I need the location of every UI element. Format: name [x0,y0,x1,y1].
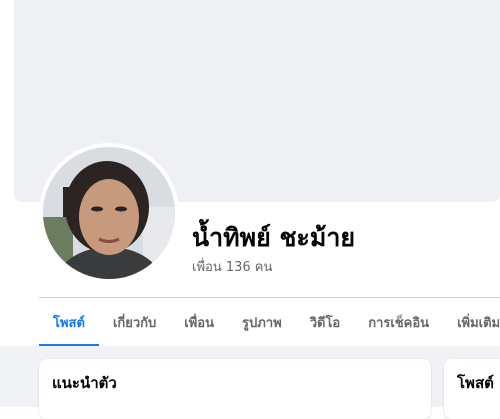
tab-photos[interactable]: รูปภาพ [228,298,296,346]
tab-about-label: เกี่ยวกับ [112,315,157,331]
friends-count[interactable]: เพื่อน 136 คน [192,256,272,277]
avatar-photo [43,147,175,279]
intro-card: แนะนำตัว [39,359,431,419]
posts-title: โพสต์ [457,374,494,392]
tab-posts-label: โพสต์ [53,315,85,331]
tab-more-label: เพิ่มเติม [457,315,500,331]
posts-card: โพสต์ [444,359,500,419]
tab-videos[interactable]: วิดีโอ [296,298,355,346]
tab-about[interactable]: เกี่ยวกับ [99,298,170,346]
profile-tabs: โพสต์ เกี่ยวกับ เพื่อน รูปภาพ วิดีโอ การ… [39,298,500,347]
tab-more[interactable]: เพิ่มเติม▼ [443,298,500,346]
profile-name: น้ำทิพย์ ชะม้าย [192,223,356,252]
tab-posts[interactable]: โพสต์ [39,298,99,347]
tab-videos-label: วิดีโอ [309,315,341,331]
tab-friends-label: เพื่อน [184,315,215,331]
intro-title: แนะนำตัว [52,374,117,392]
tab-checkins[interactable]: การเช็คอิน [354,298,443,346]
tab-friends[interactable]: เพื่อน [170,298,228,346]
tab-checkins-label: การเช็คอิน [368,315,430,331]
tab-photos-label: รูปภาพ [242,315,282,331]
profile-avatar[interactable] [39,143,179,283]
